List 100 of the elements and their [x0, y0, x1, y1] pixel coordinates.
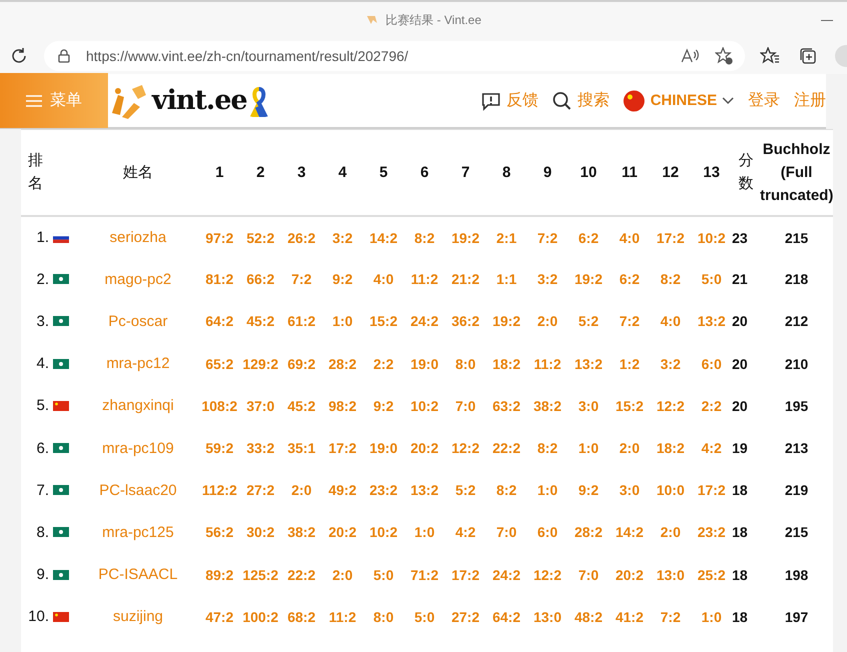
result-cell-text: 2:2 — [372, 354, 395, 374]
result-cell-text: 61:2 — [286, 312, 317, 332]
result-cell: 26:2 — [281, 216, 322, 258]
player-link[interactable]: PC-ISAACL — [98, 566, 178, 584]
result-cell-text: 30:2 — [245, 523, 276, 542]
player-link[interactable]: mra-pc109 — [102, 440, 174, 457]
search-icon — [552, 90, 572, 110]
column-header: 9 — [543, 164, 552, 181]
result-cell-text: 2:0 — [536, 312, 559, 332]
result-cell-text: 18:2 — [491, 354, 522, 374]
result-cell: 52:2 — [240, 216, 281, 258]
rank-cell: 9. — [21, 554, 53, 596]
column-header: 13 — [703, 164, 720, 181]
result-cell-text: 100:2 — [242, 608, 280, 627]
result-cell-text: 5:0 — [372, 566, 395, 585]
result-cell-text: 5:0 — [413, 608, 436, 627]
result-cell-text: 3:0 — [577, 396, 600, 416]
column-header: 7 — [461, 164, 470, 181]
score-cell-text: 19 — [732, 439, 749, 458]
result-cell-text: 4:2 — [454, 523, 477, 542]
result-cell-text: 7:0 — [495, 523, 518, 542]
buchholz-cell: 215 — [760, 216, 833, 258]
score-cell-text: 18 — [732, 566, 749, 585]
result-cell-text: 59:2 — [204, 439, 235, 458]
result-cell: 6:0 — [691, 342, 732, 385]
score-cell-text: 18 — [732, 523, 749, 542]
result-cell-text: 56:2 — [204, 523, 235, 542]
result-cell-text: 4:2 — [700, 439, 723, 458]
result-cell-text: 19:2 — [573, 270, 604, 290]
result-cell-text: 11:2 — [328, 608, 358, 627]
result-cell-text: 48:2 — [573, 608, 604, 627]
site-logo[interactable]: vint.ee — [108, 82, 269, 118]
player-link[interactable]: mra-pc12 — [106, 355, 170, 372]
result-cell-text: 13:0 — [655, 566, 686, 585]
result-cell-text: 71:2 — [409, 566, 440, 585]
buchholz-cell-text: 213 — [784, 439, 810, 458]
menu-button[interactable]: 菜单 — [0, 73, 108, 128]
result-cell-text: 1:2 — [618, 354, 641, 374]
language-selector[interactable]: CHINESE — [623, 90, 734, 112]
result-cell-text: 27:2 — [245, 481, 276, 500]
feedback-link[interactable]: 反馈 — [481, 90, 538, 111]
result-cell-text: 10:2 — [368, 523, 399, 542]
column-header: Buchholz (Full truncated) — [760, 140, 833, 204]
column-header: 5 — [379, 164, 388, 181]
result-cell: 7:2 — [527, 216, 568, 258]
column-header: 排名 — [28, 151, 43, 194]
result-cell: 8:2 — [404, 216, 445, 258]
result-cell: 3:2 — [322, 216, 363, 258]
result-cell-text: 13:2 — [409, 481, 440, 500]
result-cell-text: 20:2 — [409, 439, 440, 458]
player-link[interactable]: Pc-oscar — [108, 312, 168, 330]
login-link[interactable]: 登录 — [748, 90, 780, 111]
result-cell-text: 66:2 — [245, 270, 276, 290]
result-cell: 10:2 — [691, 216, 732, 258]
player-link[interactable]: seriozha — [110, 229, 166, 246]
result-cell-text: 4:0 — [372, 270, 395, 290]
result-cell-text: 7:2 — [290, 270, 313, 290]
player-link[interactable]: zhangxinqi — [102, 397, 174, 414]
result-cell-text: 64:2 — [204, 312, 235, 332]
result-cell-text: 17:2 — [327, 439, 358, 458]
result-cell-text: 10:0 — [655, 481, 686, 500]
result-cell-text: 23:2 — [368, 481, 399, 500]
result-cell-text: 13:2 — [573, 354, 604, 374]
result-cell-text: 9:2 — [577, 481, 600, 500]
result-cell: 6:2 — [568, 216, 609, 258]
address-bar[interactable]: https://www.vint.ee/zh-cn/tournament/result/202796/ — [44, 41, 745, 71]
result-cell: 5:0 — [691, 258, 732, 300]
buchholz-cell-text: 210 — [784, 354, 810, 374]
result-cell-text: 2:0 — [331, 566, 354, 585]
favorite-add-icon[interactable] — [715, 47, 733, 65]
result-cell-text: 35:1 — [286, 439, 317, 458]
result-cell-text: 89:2 — [204, 566, 235, 585]
result-cell-text: 68:2 — [286, 608, 317, 627]
result-cell-text: 20:2 — [327, 523, 358, 542]
result-cell-text: 65:2 — [204, 354, 235, 374]
search-link[interactable]: 搜索 — [552, 90, 610, 111]
rank-cell: 5. — [21, 384, 53, 427]
result-cell-text: 63:2 — [491, 396, 522, 416]
menu-icon — [26, 94, 42, 106]
register-link[interactable]: 注册 — [794, 90, 826, 111]
result-cell-text: 129:2 — [242, 354, 280, 374]
result-cell-text: 108:2 — [200, 396, 238, 416]
result-cell: 4:0 — [609, 216, 650, 258]
player-link[interactable]: suzijing — [112, 608, 164, 626]
result-cell-text: 8:0 — [454, 354, 477, 374]
player-link[interactable]: mago-pc2 — [104, 270, 172, 288]
result-cell-text: 19:2 — [491, 312, 522, 332]
result-cell-text: 24:2 — [409, 312, 440, 332]
result-cell-text: 33:2 — [245, 439, 276, 458]
result-cell-text: 6:2 — [618, 270, 641, 290]
player-link[interactable]: mra-pc125 — [102, 524, 174, 541]
player-link[interactable]: PC-lsaac20 — [99, 482, 177, 499]
result-cell-text: 25:2 — [696, 566, 727, 585]
flag-icon — [623, 90, 646, 112]
result-cell-text: 4:0 — [659, 312, 682, 332]
result-cell-text: 38:2 — [286, 523, 317, 542]
read-aloud-icon[interactable] — [681, 48, 699, 64]
result-cell-text: 112:2 — [200, 481, 238, 500]
rank-cell: 3. — [21, 300, 53, 343]
result-cell-text: 9:2 — [331, 270, 354, 290]
